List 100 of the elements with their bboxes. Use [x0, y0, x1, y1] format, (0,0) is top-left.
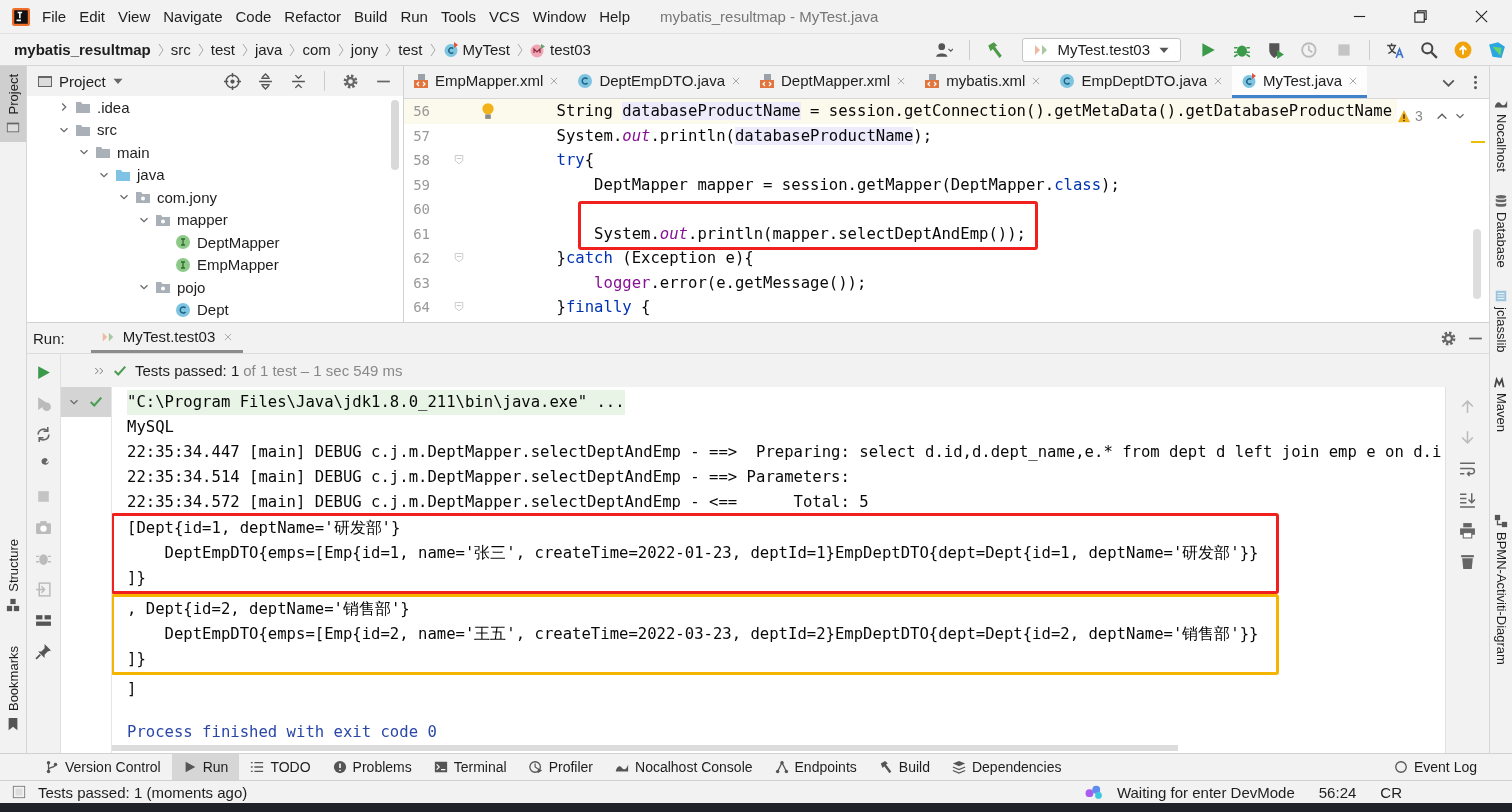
menu-item[interactable]: Edit — [79, 8, 106, 25]
tool-window-button[interactable]: TODO — [239, 754, 322, 780]
layout-icon[interactable] — [35, 612, 52, 629]
menu-item[interactable]: Window — [532, 8, 587, 25]
tool-window-button[interactable]: Nocalhost Console — [604, 754, 764, 780]
toggle-icon[interactable] — [35, 426, 52, 443]
print-icon[interactable] — [1459, 522, 1476, 539]
line-separator[interactable]: CR — [1380, 783, 1402, 801]
editor-tab[interactable]: EmpMapper.xml — [404, 66, 569, 98]
breadcrumb[interactable]: mybatis_resultmap — [14, 41, 151, 58]
rerun-icon[interactable] — [35, 364, 52, 381]
run-tab[interactable]: MyTest.test03 — [90, 323, 244, 353]
tool-window-button[interactable]: Maven — [1490, 375, 1512, 432]
tool-window-button[interactable]: Endpoints — [763, 754, 868, 780]
tree-item[interactable]: com.jony — [157, 188, 218, 206]
tree-item[interactable]: pojo — [177, 278, 206, 296]
devmode-status[interactable]: Waiting for enter DevMode — [1116, 783, 1295, 801]
tool-window-button[interactable]: Event Log — [1382, 754, 1488, 780]
menu-item[interactable]: Code — [235, 8, 272, 25]
menu-item[interactable]: View — [118, 8, 151, 25]
scroll-to-end-icon[interactable] — [1459, 491, 1476, 508]
menu-item[interactable]: VCS — [488, 8, 520, 25]
tree-item[interactable]: EmpMapper — [197, 256, 279, 274]
breadcrumb[interactable]: com — [302, 41, 331, 58]
panel-title[interactable]: Project — [59, 72, 106, 90]
breadcrumb[interactable]: test — [210, 41, 235, 58]
editor-tab[interactable]: MyTest.java — [1232, 66, 1368, 98]
plugin-logo-icon[interactable] — [1488, 40, 1506, 59]
run-configuration-dropdown[interactable]: MyTest.test03 — [1022, 37, 1181, 62]
tree-item[interactable]: java — [137, 166, 165, 184]
trash-icon[interactable] — [1459, 553, 1476, 570]
menu-item[interactable]: Tools — [440, 8, 476, 25]
restore-button[interactable] — [1413, 9, 1428, 24]
lightbulb-icon[interactable] — [479, 102, 497, 121]
tool-window-button[interactable]: Dependencies — [940, 754, 1073, 780]
warning-icon[interactable] — [1397, 109, 1411, 123]
breadcrumb[interactable]: MyTest — [462, 41, 511, 58]
tool-window-button[interactable]: Problems — [321, 754, 423, 780]
tool-window-button[interactable]: Database — [1490, 193, 1512, 268]
scrollbar[interactable] — [391, 100, 399, 170]
tool-window-button[interactable]: Build — [867, 754, 941, 780]
breadcrumb[interactable]: java — [254, 41, 283, 58]
breadcrumb[interactable]: test03 — [550, 41, 591, 58]
tree-item[interactable]: main — [117, 143, 150, 161]
tree-item[interactable]: src — [97, 121, 117, 139]
coverage-icon[interactable] — [1267, 40, 1285, 59]
editor-tab[interactable]: DeptMapper.xml — [750, 66, 916, 98]
tool-window-button[interactable]: Terminal — [422, 754, 518, 780]
menu-item[interactable]: Refactor — [284, 8, 342, 25]
settings-icon[interactable] — [342, 72, 359, 90]
menu-item[interactable]: Run — [400, 8, 428, 25]
tool-window-button[interactable]: Structure — [0, 531, 26, 620]
tool-window-button[interactable]: Version Control — [34, 754, 172, 780]
tree-item[interactable]: .idea — [97, 98, 130, 116]
breadcrumb[interactable]: test — [398, 41, 423, 58]
editor-tab[interactable]: DeptEmpDTO.java — [568, 66, 750, 98]
translate-icon[interactable] — [1386, 40, 1404, 59]
menu-item[interactable]: Build — [354, 8, 388, 25]
warning-marker[interactable] — [1471, 141, 1485, 143]
editor-tab[interactable]: EmpDeptDTO.java — [1050, 66, 1232, 98]
collapse-all-icon[interactable] — [290, 72, 307, 90]
hammer-icon[interactable] — [986, 40, 1005, 59]
search-icon[interactable] — [1420, 40, 1438, 59]
breadcrumb[interactable]: jony — [350, 41, 379, 58]
tool-window-button[interactable]: Run — [171, 754, 240, 780]
close-button[interactable] — [1474, 9, 1489, 24]
console-line: [Dept{id=1, deptName='研发部'} — [127, 518, 402, 539]
folder-icon — [95, 144, 111, 161]
fold-marker-icon[interactable] — [453, 252, 465, 265]
soft-wrap-icon[interactable] — [1459, 460, 1476, 477]
scrollbar[interactable] — [1473, 229, 1481, 299]
warning-count[interactable]: 3 — [1415, 109, 1423, 123]
pin-icon[interactable] — [35, 643, 52, 660]
tool-window-button[interactable]: Bookmarks — [0, 637, 26, 739]
tree-item[interactable]: mapper — [177, 211, 228, 229]
settings-icon[interactable] — [1440, 329, 1457, 347]
run-icon[interactable] — [1199, 40, 1217, 59]
tool-window-button[interactable]: BPMN-Activiti-Diagram — [1490, 514, 1512, 665]
tool-window-button[interactable]: Profiler — [517, 754, 604, 780]
editor-tab[interactable]: mybatis.xml — [915, 66, 1051, 98]
tool-window-button[interactable]: Project — [0, 66, 26, 143]
scrollbar[interactable] — [112, 745, 1179, 751]
locate-icon[interactable] — [224, 72, 241, 90]
menu-item[interactable]: Help — [599, 8, 631, 25]
terminal-icon — [433, 760, 448, 774]
breadcrumb[interactable]: src — [170, 41, 191, 58]
fold-marker-icon[interactable] — [453, 301, 465, 314]
project-icon — [37, 73, 53, 89]
tree-item[interactable]: DeptMapper — [197, 233, 280, 251]
cursor-position[interactable]: 56:24 — [1318, 783, 1357, 801]
menu-item[interactable]: Navigate — [163, 8, 223, 25]
user-icon[interactable] — [935, 40, 954, 59]
tool-window-button[interactable]: Nocalhost — [1490, 96, 1512, 172]
expand-all-icon[interactable] — [257, 72, 274, 90]
devmode-icon[interactable] — [1084, 783, 1103, 801]
tool-window-button[interactable]: jclasslib — [1490, 289, 1512, 353]
panel-toggle-icon[interactable] — [12, 785, 26, 799]
tree-item[interactable]: Dept — [197, 301, 229, 319]
fold-marker-icon[interactable] — [453, 154, 465, 167]
menu-item[interactable]: File — [42, 8, 67, 25]
